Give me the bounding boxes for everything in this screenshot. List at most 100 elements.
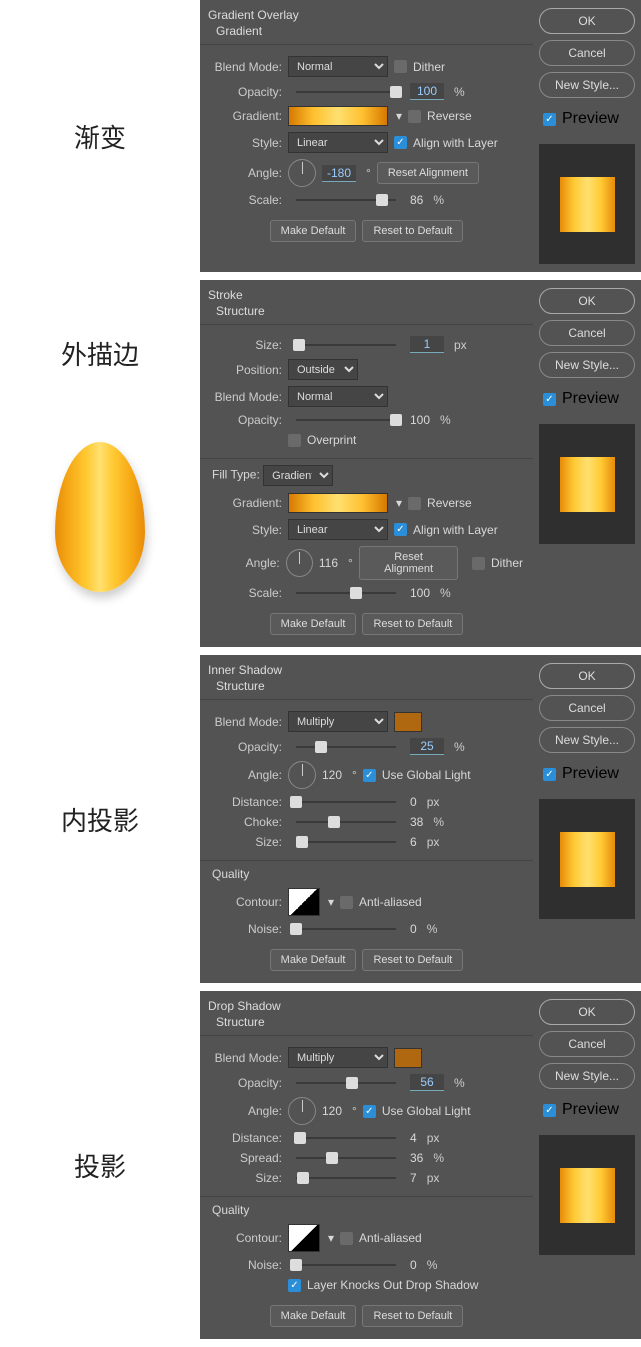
panel-drop-shadow: Drop Shadow Structure Blend Mode:Multipl… [200, 991, 533, 1339]
style-select[interactable]: Linear [288, 519, 388, 540]
newstyle-button[interactable]: New Style... [539, 727, 635, 753]
opacity-value[interactable]: 100 [410, 413, 430, 427]
scale-slider[interactable] [296, 199, 396, 201]
blendmode-select[interactable]: Normal [288, 386, 388, 407]
opacity-slider[interactable] [296, 1082, 396, 1084]
filltype-select[interactable]: Gradient [263, 465, 333, 486]
make-default-button[interactable]: Make Default [270, 613, 357, 635]
color-swatch[interactable] [394, 712, 422, 732]
reset-default-button[interactable]: Reset to Default [362, 1305, 463, 1327]
ok-button[interactable]: OK [539, 288, 635, 314]
size-slider[interactable] [296, 344, 396, 346]
opacity-slider[interactable] [296, 746, 396, 748]
cancel-button[interactable]: Cancel [539, 320, 635, 346]
antialias-checkbox[interactable] [340, 896, 353, 909]
overprint-checkbox[interactable] [288, 434, 301, 447]
size-value[interactable]: 6 [410, 835, 417, 849]
reset-alignment-button[interactable]: Reset Alignment [359, 546, 459, 580]
newstyle-button[interactable]: New Style... [539, 1063, 635, 1089]
global-light-label: Use Global Light [382, 1104, 471, 1118]
choke-value[interactable]: 38 [410, 815, 423, 829]
scale-value[interactable]: 100 [410, 586, 430, 600]
reverse-checkbox[interactable] [408, 497, 421, 510]
knocks-checkbox[interactable] [288, 1279, 301, 1292]
reset-alignment-button[interactable]: Reset Alignment [377, 162, 479, 184]
align-checkbox[interactable] [394, 136, 407, 149]
distance-value[interactable]: 0 [410, 795, 417, 809]
dither-checkbox[interactable] [394, 60, 407, 73]
newstyle-button[interactable]: New Style... [539, 352, 635, 378]
position-select[interactable]: Outside [288, 359, 358, 380]
angle-value[interactable]: 116 [319, 556, 338, 570]
reverse-checkbox[interactable] [408, 110, 421, 123]
reset-default-button[interactable]: Reset to Default [362, 949, 463, 971]
spread-slider[interactable] [296, 1157, 396, 1159]
reset-default-button[interactable]: Reset to Default [362, 220, 463, 242]
preview-checkbox[interactable] [543, 768, 556, 781]
unit-deg: ° [352, 1104, 357, 1118]
panel-subtitle: Gradient [200, 24, 533, 45]
preview-label: Preview [562, 765, 619, 783]
contour-swatch[interactable] [288, 1224, 320, 1252]
spread-value[interactable]: 36 [410, 1151, 423, 1165]
antialias-label: Anti-aliased [359, 1231, 422, 1245]
angle-dial[interactable] [288, 761, 316, 789]
size-slider[interactable] [296, 1177, 396, 1179]
style-select[interactable]: Linear [288, 132, 388, 153]
distance-value[interactable]: 4 [410, 1131, 417, 1145]
unit-deg: ° [366, 166, 371, 180]
scale-slider[interactable] [296, 592, 396, 594]
label-inner: 内投影 [61, 801, 139, 838]
opacity-slider[interactable] [296, 91, 396, 93]
make-default-button[interactable]: Make Default [270, 1305, 357, 1327]
global-light-checkbox[interactable] [363, 769, 376, 782]
choke-slider[interactable] [296, 821, 396, 823]
preview-checkbox[interactable] [543, 393, 556, 406]
global-light-checkbox[interactable] [363, 1105, 376, 1118]
opacity-value[interactable]: 56 [410, 1074, 444, 1091]
opacity-value[interactable]: 25 [410, 738, 444, 755]
contour-swatch[interactable] [288, 888, 320, 916]
distance-slider[interactable] [296, 801, 396, 803]
align-checkbox[interactable] [394, 523, 407, 536]
size-slider[interactable] [296, 841, 396, 843]
scale-value[interactable]: 86 [410, 193, 423, 207]
color-swatch[interactable] [394, 1048, 422, 1068]
blendmode-select[interactable]: Multiply [288, 1047, 388, 1068]
opacity-value[interactable]: 100 [410, 83, 444, 100]
angle-dial[interactable] [288, 1097, 316, 1125]
opacity-slider[interactable] [296, 419, 396, 421]
dither-checkbox[interactable] [472, 557, 485, 570]
reset-default-button[interactable]: Reset to Default [362, 613, 463, 635]
angle-dial[interactable] [288, 159, 316, 187]
cancel-button[interactable]: Cancel [539, 695, 635, 721]
angle-value[interactable]: -180 [322, 165, 356, 182]
angle-value[interactable]: 120 [322, 768, 342, 782]
blendmode-select[interactable]: Multiply [288, 711, 388, 732]
cancel-button[interactable]: Cancel [539, 1031, 635, 1057]
preview-checkbox[interactable] [543, 1104, 556, 1117]
ok-button[interactable]: OK [539, 999, 635, 1025]
gradient-swatch[interactable] [288, 106, 388, 126]
unit-pct: % [427, 1258, 438, 1272]
preview-checkbox[interactable] [543, 113, 556, 126]
noise-slider[interactable] [296, 1264, 396, 1266]
noise-slider[interactable] [296, 928, 396, 930]
ok-button[interactable]: OK [539, 663, 635, 689]
distance-slider[interactable] [296, 1137, 396, 1139]
blendmode-select[interactable]: Normal [288, 56, 388, 77]
size-value[interactable]: 7 [410, 1171, 417, 1185]
gradient-swatch[interactable] [288, 493, 388, 513]
label-opacity: Opacity: [210, 740, 282, 754]
size-value[interactable]: 1 [410, 336, 444, 353]
newstyle-button[interactable]: New Style... [539, 72, 635, 98]
cancel-button[interactable]: Cancel [539, 40, 635, 66]
make-default-button[interactable]: Make Default [270, 949, 357, 971]
antialias-checkbox[interactable] [340, 1232, 353, 1245]
ok-button[interactable]: OK [539, 8, 635, 34]
angle-value[interactable]: 120 [322, 1104, 342, 1118]
angle-dial[interactable] [286, 549, 313, 577]
make-default-button[interactable]: Make Default [270, 220, 357, 242]
noise-value[interactable]: 0 [410, 922, 417, 936]
noise-value[interactable]: 0 [410, 1258, 417, 1272]
